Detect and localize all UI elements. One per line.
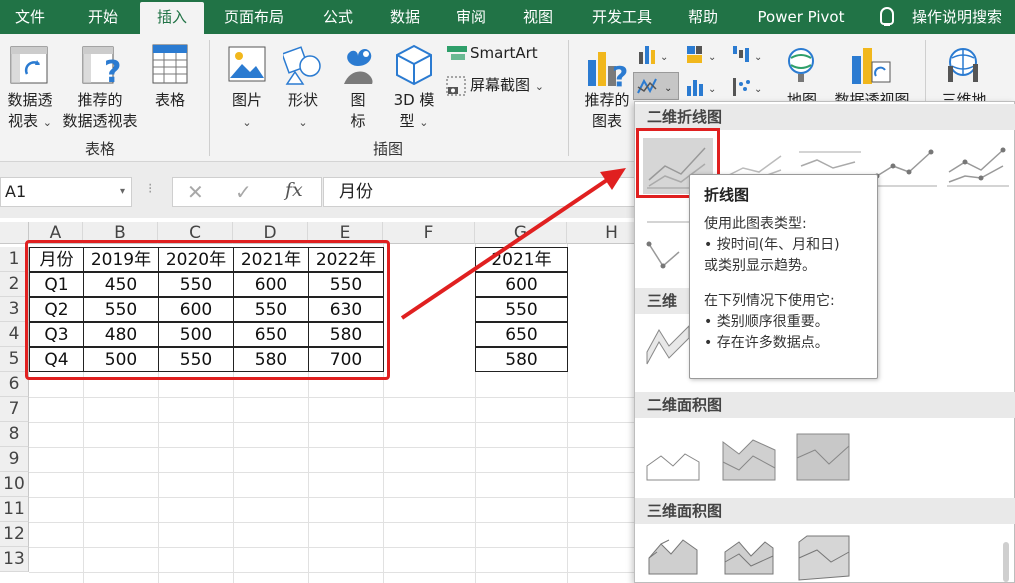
line-chart-tooltip: 折线图 使用此图表类型: • 按时间(年、月和日) 或类别显示趋势。 在下列情况… — [689, 174, 878, 379]
section-title: 二维面积图 — [635, 392, 1015, 418]
section-title: 二维折线图 — [635, 104, 1015, 130]
tooltip-text: • 类别顺序很重要。 — [704, 314, 829, 330]
section-title: 三维面积图 — [635, 498, 1015, 524]
chart-option-3d-100-area[interactable] — [795, 534, 851, 583]
chart-option-area[interactable] — [645, 432, 701, 482]
tooltip-text: • 按时间(年、月和日) — [704, 237, 840, 253]
tooltip-text: • 存在许多数据点。 — [704, 335, 829, 351]
tooltip-text: 使用此图表类型: — [704, 216, 807, 232]
dropdown-scrollbar[interactable] — [1003, 542, 1009, 582]
tooltip-title: 折线图 — [704, 186, 750, 204]
chart-option-stacked-markers[interactable] — [943, 142, 1013, 192]
chart-option-3d-line[interactable] — [643, 316, 691, 372]
chart-option-line-markers[interactable] — [871, 142, 941, 192]
tooltip-text: 在下列情况下使用它: — [704, 293, 835, 309]
chart-option-100-markers[interactable] — [643, 216, 691, 272]
chart-option-stacked-area[interactable] — [721, 432, 777, 482]
chart-option-3d-area[interactable] — [645, 534, 701, 583]
tooltip-text: 或类别显示趋势。 — [704, 258, 816, 274]
section-title: 三维折 — [635, 288, 690, 314]
chart-option-100-area[interactable] — [795, 432, 851, 482]
chart-option-3d-stacked-area[interactable] — [721, 534, 777, 583]
